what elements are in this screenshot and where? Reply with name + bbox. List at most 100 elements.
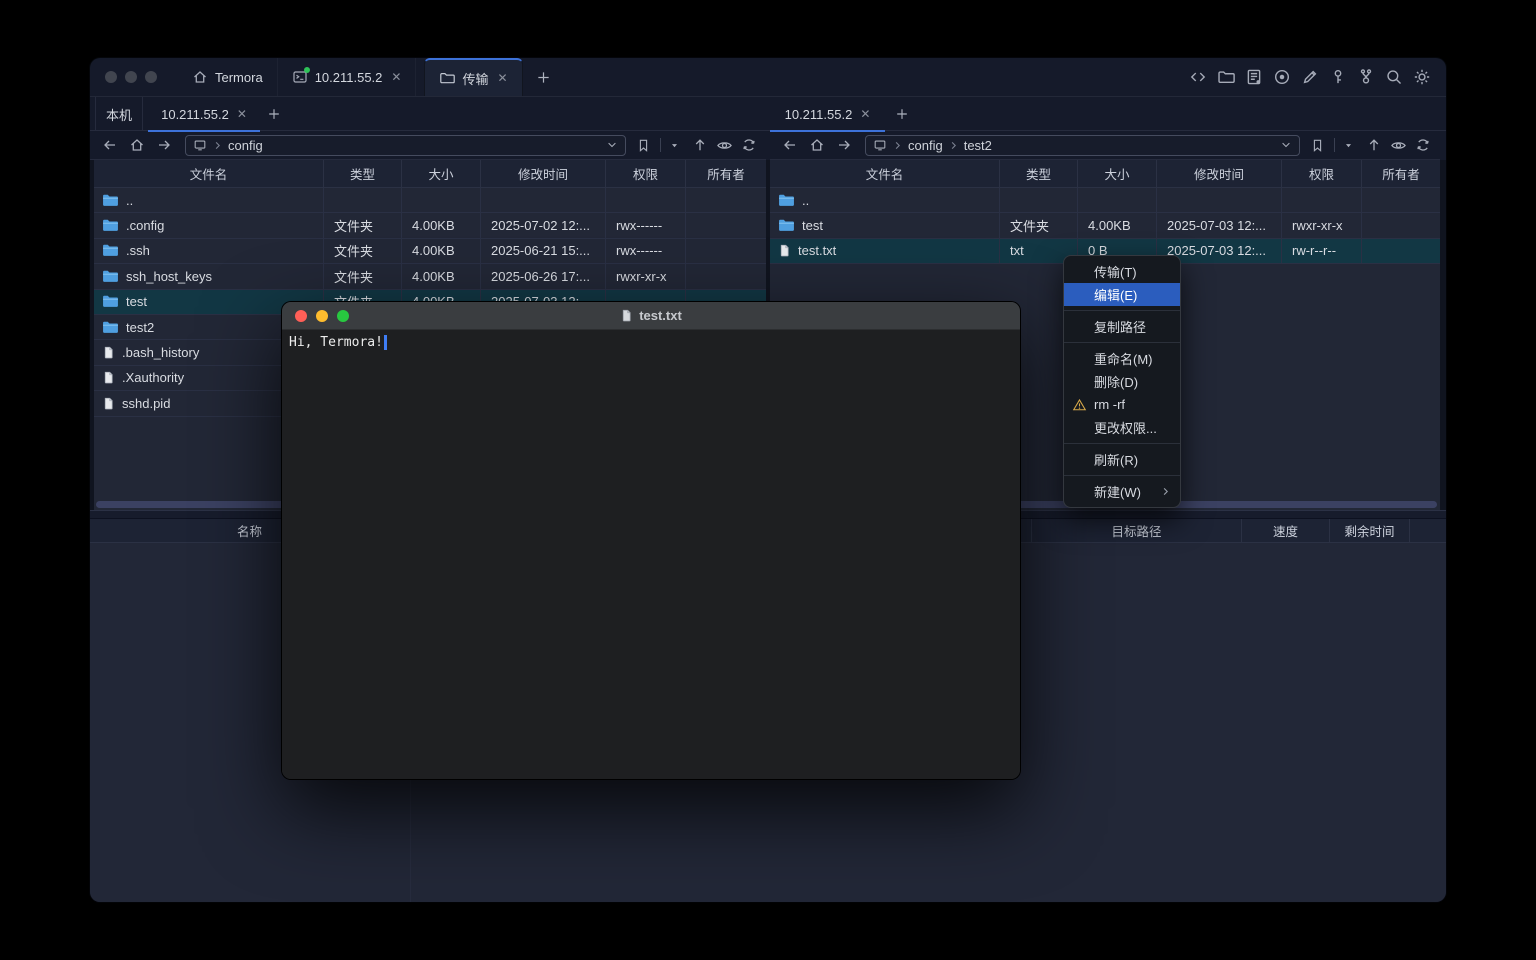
table-row[interactable]: test文件夹4.00KB2025-07-03 12:...rwxr-xr-x <box>770 213 1440 238</box>
key-icon[interactable] <box>1328 68 1347 87</box>
search-icon[interactable] <box>1384 68 1403 87</box>
menu-separator <box>1064 443 1180 444</box>
folder-icon[interactable] <box>1216 68 1235 87</box>
file-modified-cell <box>481 188 606 213</box>
home-icon[interactable] <box>123 137 150 153</box>
tab-transfer[interactable]: 传输 ✕ <box>424 58 522 96</box>
menu-item[interactable]: 刷新(R) <box>1064 448 1180 471</box>
file-modified-cell: 2025-07-02 12:... <box>481 213 606 238</box>
chevron-down-icon[interactable] <box>606 139 618 151</box>
menu-item[interactable]: 新建(W) <box>1064 480 1180 503</box>
show-hidden-files-icon[interactable] <box>1390 137 1407 154</box>
left-path-bar[interactable]: config <box>185 135 626 156</box>
back-icon[interactable] <box>96 137 123 153</box>
file-type-cell <box>324 188 402 213</box>
forward-icon[interactable] <box>830 137 857 153</box>
bookmark-icon[interactable] <box>1310 138 1325 153</box>
chevron-down-icon[interactable] <box>1280 139 1292 151</box>
show-hidden-files-icon[interactable] <box>716 137 733 154</box>
menu-separator <box>1064 310 1180 311</box>
tab-left-session[interactable]: 10.211.55.2 ✕ <box>148 97 260 131</box>
log-icon[interactable] <box>1244 68 1263 87</box>
menu-item[interactable]: 传输(T) <box>1064 260 1180 283</box>
breadcrumb[interactable]: config <box>228 138 263 153</box>
column-header[interactable]: 权限 <box>606 160 686 188</box>
right-path-bar[interactable]: config test2 <box>865 135 1300 156</box>
column-header[interactable]: 类型 <box>324 160 402 188</box>
close-tab-icon[interactable]: ✕ <box>237 107 247 121</box>
column-header[interactable]: 大小 <box>1078 160 1157 188</box>
table-row[interactable]: .. <box>94 188 766 213</box>
file-name-cell[interactable]: .ssh <box>94 239 324 264</box>
zoom-window-button[interactable] <box>145 71 157 83</box>
bookmark-icon[interactable] <box>636 138 651 153</box>
file-name-cell[interactable]: .. <box>770 188 1000 213</box>
transfer-column-header[interactable]: 速度 <box>1242 519 1330 542</box>
column-header[interactable]: 所有者 <box>686 160 766 188</box>
file-name: ssh_host_keys <box>126 269 212 284</box>
column-header[interactable]: 大小 <box>402 160 481 188</box>
file-name-cell[interactable]: ssh_host_keys <box>94 264 324 289</box>
new-tab-button[interactable] <box>523 58 564 96</box>
editor-titlebar[interactable]: test.txt <box>282 302 1020 330</box>
transfer-column-header[interactable] <box>1410 519 1446 542</box>
upload-icon[interactable] <box>692 137 708 153</box>
menu-item[interactable]: 复制路径 <box>1064 315 1180 338</box>
table-row[interactable]: .. <box>770 188 1440 213</box>
file-owner-cell <box>686 264 766 289</box>
menu-item[interactable]: 编辑(E) <box>1064 283 1180 306</box>
column-header[interactable]: 修改时间 <box>481 160 606 188</box>
file-name-cell[interactable]: test.txt <box>770 239 1000 264</box>
table-row[interactable]: .config文件夹4.00KB2025-07-02 12:...rwx----… <box>94 213 766 238</box>
column-header[interactable]: 文件名 <box>770 160 1000 188</box>
editor-content[interactable]: Hi, Termora! <box>282 330 1020 779</box>
forward-icon[interactable] <box>150 137 177 153</box>
file-size-cell: 4.00KB <box>402 213 481 238</box>
tab-termora[interactable]: Termora <box>177 58 278 96</box>
column-header[interactable]: 类型 <box>1000 160 1078 188</box>
refresh-icon[interactable] <box>741 137 757 153</box>
upload-icon[interactable] <box>1366 137 1382 153</box>
column-header[interactable]: 文件名 <box>94 160 324 188</box>
bookmark-dropdown-icon[interactable] <box>1344 141 1353 150</box>
menu-item[interactable]: 更改权限... <box>1064 416 1180 439</box>
bookmark-dropdown-icon[interactable] <box>670 141 679 150</box>
table-row[interactable]: ssh_host_keys文件夹4.00KB2025-06-26 17:...r… <box>94 264 766 289</box>
tab-right-session[interactable]: 10.211.55.2 ✕ <box>770 97 885 131</box>
menu-item[interactable]: rm -rf <box>1064 393 1180 416</box>
file-name-cell[interactable]: .. <box>94 188 324 213</box>
column-header[interactable]: 权限 <box>1282 160 1362 188</box>
back-icon[interactable] <box>776 137 803 153</box>
table-row[interactable]: .ssh文件夹4.00KB2025-06-21 15:...rwx------ <box>94 239 766 264</box>
column-header[interactable]: 所有者 <box>1362 160 1440 188</box>
file-name-cell[interactable]: test <box>770 213 1000 238</box>
transfer-column-header[interactable]: 剩余时间 <box>1330 519 1410 542</box>
breadcrumb[interactable]: test2 <box>964 138 992 153</box>
close-tab-icon[interactable]: ✕ <box>860 107 870 121</box>
menu-item[interactable]: 删除(D) <box>1064 370 1180 393</box>
home-icon[interactable] <box>803 137 830 153</box>
menu-item[interactable]: 重命名(M) <box>1064 347 1180 370</box>
right-new-tab-button[interactable] <box>895 97 909 131</box>
tab-local[interactable]: 本机 <box>95 97 143 131</box>
record-icon[interactable] <box>1272 68 1291 87</box>
close-tab-icon[interactable]: ✕ <box>497 71 507 85</box>
window-controls[interactable] <box>105 58 163 96</box>
minimize-window-button[interactable] <box>125 71 137 83</box>
column-header[interactable]: 修改时间 <box>1157 160 1282 188</box>
file-size-cell: 4.00KB <box>402 239 481 264</box>
tab-session[interactable]: 10.211.55.2 ✕ <box>278 58 417 96</box>
close-tab-icon[interactable]: ✕ <box>391 70 401 84</box>
file-name-cell[interactable]: .config <box>94 213 324 238</box>
code-icon[interactable] <box>1188 68 1207 87</box>
file-size-cell: 4.00KB <box>1078 213 1157 238</box>
edit-icon[interactable] <box>1300 68 1319 87</box>
close-window-button[interactable] <box>105 71 117 83</box>
refresh-icon[interactable] <box>1415 137 1431 153</box>
left-new-tab-button[interactable] <box>267 97 281 131</box>
transfer-column-header[interactable]: 目标路径 <box>1032 519 1242 542</box>
breadcrumb[interactable]: config <box>908 138 943 153</box>
file-icon <box>102 345 115 360</box>
keychain-icon[interactable] <box>1356 68 1375 87</box>
settings-icon[interactable] <box>1412 68 1431 87</box>
